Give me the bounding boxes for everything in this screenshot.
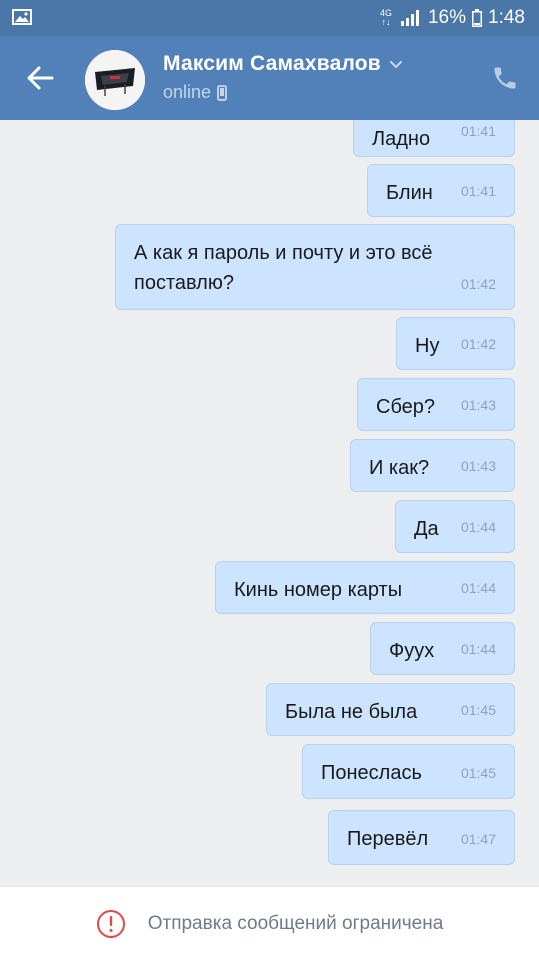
message-text: Сбер? [376, 396, 436, 418]
message-list[interactable]: Ладно 01:41 Блин 01:41 А как я пароль и … [0, 120, 539, 886]
message-bubble[interactable]: Перевёл 01:47 [328, 810, 515, 865]
contact-name-row[interactable]: Максим Самахвалов [163, 52, 403, 76]
message-time: 01:41 [460, 183, 496, 199]
message-bubble[interactable]: Кинь номер карты 01:44 [215, 561, 515, 614]
chat-header: Максим Самахвалов online [0, 36, 539, 120]
message-bubble[interactable]: Да 01:44 [395, 500, 515, 553]
gallery-notification-icon [12, 9, 32, 25]
message-time: 01:43 [460, 397, 496, 413]
contact-name: Максим Самахвалов [163, 52, 381, 75]
message-bubble[interactable]: А как я пароль и почту и это всё поставл… [115, 224, 515, 310]
message-time: 01:44 [460, 641, 496, 657]
message-bubble[interactable]: Фуух 01:44 [370, 622, 515, 675]
message-bubble[interactable]: Понеслась 01:45 [302, 744, 515, 799]
message-time: 01:44 [460, 519, 496, 535]
network-type: 4G ↑↓ [379, 8, 392, 27]
messaging-restricted-bar: Отправка сообщений ограничена [0, 886, 539, 961]
presence-row: online [163, 82, 227, 103]
back-arrow-icon[interactable] [24, 62, 56, 94]
message-time: 01:43 [460, 458, 496, 474]
message-text: Перевёл [347, 828, 429, 850]
message-bubble[interactable]: Ладно 01:41 [353, 120, 515, 157]
chevron-down-icon [389, 61, 402, 69]
message-bubble[interactable]: Сбер? 01:43 [357, 378, 515, 431]
restriction-notice: Отправка сообщений ограничена [147, 913, 444, 934]
message-time: 01:47 [460, 831, 496, 847]
message-text: Ну [415, 335, 440, 357]
mobile-device-icon [217, 84, 227, 101]
message-text: Фуух [389, 640, 435, 662]
message-time: 01:44 [460, 580, 496, 596]
message-text: Кинь номер карты [234, 579, 403, 601]
presence-status: online [163, 82, 212, 102]
message-time: 01:42 [460, 336, 496, 352]
message-bubble[interactable]: Ну 01:42 [396, 317, 515, 370]
clock: 1:48 [488, 7, 525, 28]
message-text: Да [414, 518, 439, 540]
message-text: Ладно [372, 128, 431, 150]
phone-call-icon[interactable] [491, 64, 519, 92]
battery-percent: 16% [427, 7, 467, 28]
message-bubble[interactable]: И как? 01:43 [350, 439, 515, 492]
message-bubble[interactable]: Блин 01:41 [367, 164, 515, 217]
message-text: Понеслась [321, 762, 422, 784]
status-bar: 4G ↑↓ 16% 1:48 [0, 0, 539, 36]
message-text: И как? [369, 457, 430, 479]
message-time: 01:45 [460, 702, 496, 718]
message-time: 01:41 [460, 123, 496, 139]
message-bubble[interactable]: Была не была 01:45 [266, 683, 515, 736]
battery-icon [472, 9, 483, 27]
message-time: 01:45 [460, 765, 496, 781]
message-text: А как я пароль и почту и это всё поставл… [134, 242, 433, 294]
avatar[interactable] [85, 50, 145, 110]
signal-icon [400, 10, 419, 26]
message-text: Блин [386, 182, 433, 204]
message-time: 01:42 [460, 276, 496, 292]
message-text: Была не была [285, 701, 418, 723]
warning-icon [96, 910, 125, 938]
avatar-image [85, 50, 145, 110]
